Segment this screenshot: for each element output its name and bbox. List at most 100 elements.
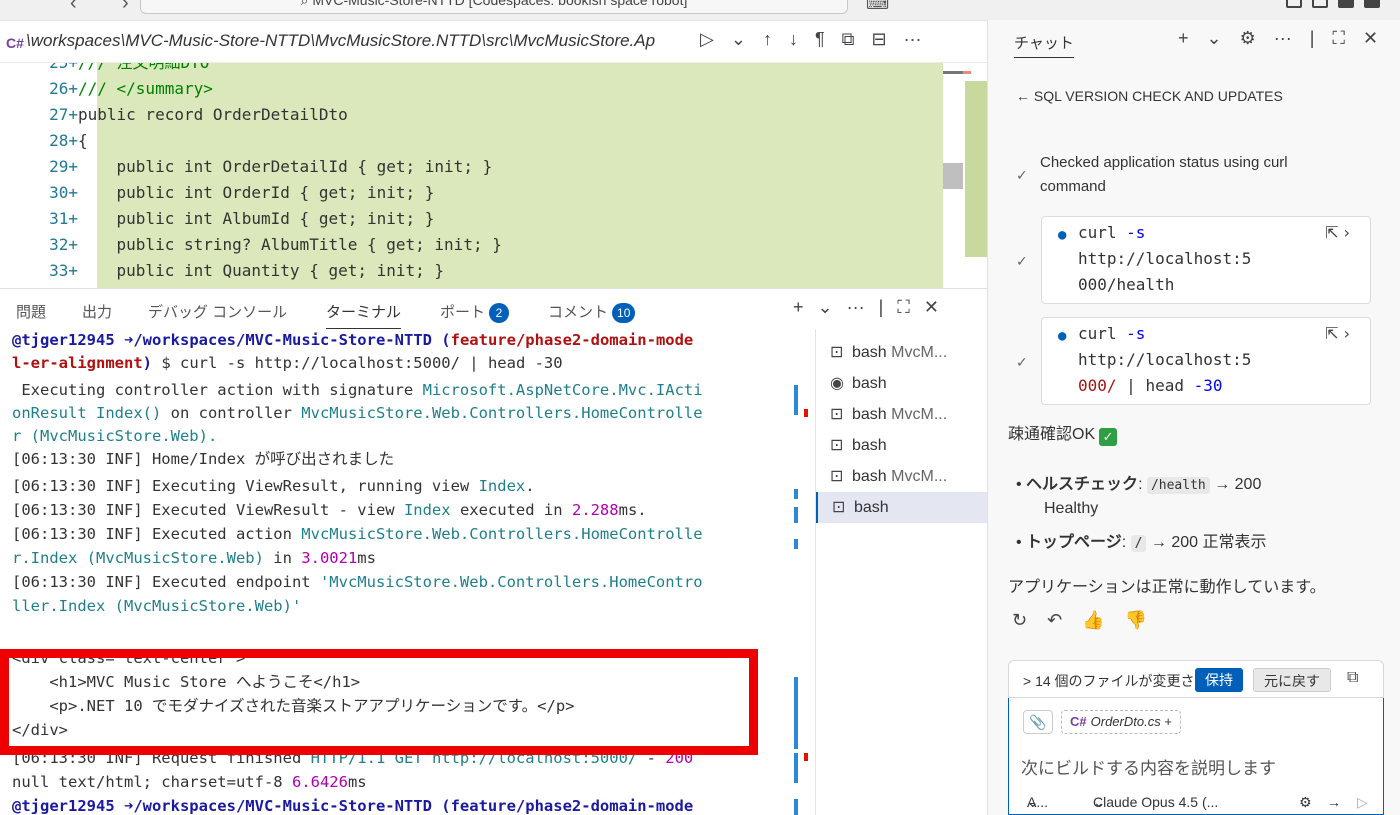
arrow-icon[interactable]: →: [1327, 794, 1341, 810]
maximize-icon[interactable]: ⛶: [1332, 28, 1345, 49]
result-text: アプリケーションは正常に動作しています。: [1008, 579, 1326, 596]
title-bar: ‹ › ⌕ MVC-Music-Store-NTTD [Codespaces: …: [0, 0, 1400, 20]
whitespace-icon[interactable]: ¶: [815, 29, 825, 50]
terminal-line: [06:13:30 INF] Executed action MvcMusicS…: [12, 525, 703, 543]
tab-problems[interactable]: 問題: [16, 301, 46, 322]
gear-icon[interactable]: ⚙: [1240, 28, 1256, 49]
changed-files-bar: > 14 個のファイルが変更されました 保持 元に戻す ⧉: [1008, 660, 1384, 698]
file-context-chip[interactable]: C# OrderDto.cs +: [1061, 710, 1181, 734]
terminal-tab[interactable]: ◉ bash: [816, 368, 988, 399]
tab-terminal[interactable]: ターミナル: [326, 301, 402, 329]
undo-button[interactable]: 元に戻す: [1253, 668, 1331, 692]
open-terminal-icon[interactable]: ⇱ ›: [1325, 324, 1350, 343]
chat-input[interactable]: 📎 C# OrderDto.cs + 次にビルドする内容を説明します A... ⌄…: [1008, 698, 1384, 815]
tab-comments[interactable]: コメント 10: [548, 301, 636, 323]
keep-button[interactable]: 保持: [1195, 668, 1243, 692]
editor-actions: ▷ ⌄ ↑ ↓ ¶ ⧉ ⊟ ···: [700, 29, 922, 50]
terminal-line: null text/html; charset=utf-8 6.6426ms: [12, 773, 367, 791]
close-panel-icon[interactable]: ✕: [924, 297, 939, 318]
command-center-search[interactable]: ⌕ MVC-Music-Store-NTTD [Codespaces: book…: [140, 0, 848, 14]
minimap[interactable]: [943, 63, 987, 289]
next-change-icon[interactable]: ↓: [789, 29, 798, 50]
retry-icon[interactable]: ↻: [1012, 610, 1027, 631]
status-dot-icon: ●: [1058, 328, 1067, 344]
feedback-bar: ↻ ↶ 👍 👎: [1012, 610, 1147, 631]
thumbs-down-icon[interactable]: 👎: [1125, 610, 1147, 631]
panel-toggle-icon[interactable]: [1338, 0, 1354, 8]
send-icon[interactable]: ▷: [1357, 794, 1368, 811]
add-file-icon[interactable]: +: [1164, 714, 1172, 729]
tools-icon[interactable]: ⚙: [1299, 794, 1312, 811]
chat-dropdown-icon[interactable]: ⌄: [1207, 28, 1222, 49]
code-view[interactable]: 25+/// 注文明細DTO 26+/// </summary> 27+publ…: [0, 63, 987, 289]
command-block[interactable]: ● curl -s http://localhost:5 000/ | head…: [1041, 317, 1371, 405]
forward-icon[interactable]: ›: [122, 0, 129, 15]
command-block[interactable]: ● curl -s http://localhost:5 000/health …: [1041, 216, 1371, 304]
back-icon[interactable]: ‹: [70, 0, 77, 15]
list-item-cont: Healthy: [1044, 500, 1099, 517]
copilot-terminal-icon: ⊡: [832, 499, 846, 516]
code-line: 30+ public int OrderId { get; init; }: [49, 183, 435, 202]
terminal-tab[interactable]: ⊡ bash MvcM...: [816, 399, 988, 430]
code-line: 32+ public string? AlbumTitle { get; ini…: [49, 235, 502, 254]
open-terminal-icon[interactable]: ⇱ ›: [1325, 223, 1350, 242]
changed-files-toggle[interactable]: > 14 個のファイルが変更されました: [1023, 671, 1193, 691]
open-changes-icon[interactable]: ⧉: [842, 29, 855, 50]
terminal-line: l-er-alignment) $ curl -s http://localho…: [12, 354, 563, 372]
terminal-tab[interactable]: ⊡ bash MvcM...: [816, 337, 988, 368]
code-line: 29+ public int OrderDetailId { get; init…: [49, 157, 493, 176]
tab-output[interactable]: 出力: [82, 301, 112, 322]
editor: C# \workspaces\MVC-Music-Store-NTTD\MvcM…: [0, 20, 987, 289]
model-picker[interactable]: Claude Opus 4.5 (... ⌄: [1093, 794, 1218, 811]
chat-header: チャット + ⌄ ⚙ ··· | ⛶ ✕: [988, 20, 1400, 62]
maximize-panel-icon[interactable]: ⛶: [897, 297, 910, 318]
layout-toggle-icon[interactable]: [1286, 0, 1302, 8]
chat-session-title[interactable]: ← SQL VERSION CHECK AND UPDATES: [1016, 88, 1283, 104]
more-actions-icon[interactable]: ···: [904, 29, 922, 50]
csharp-file-icon: C#: [1070, 714, 1087, 729]
code-line: 31+ public int AlbumId { get; init; }: [49, 209, 435, 228]
terminal-tab[interactable]: ⊡ bash MvcM...: [816, 461, 988, 492]
tab-ports[interactable]: ポート 2: [440, 301, 510, 323]
breadcrumb[interactable]: \workspaces\MVC-Music-Store-NTTD\MvcMusi…: [26, 31, 688, 51]
terminal-tab[interactable]: ⊡ bash: [816, 492, 988, 523]
attach-icon[interactable]: 📎: [1023, 710, 1053, 734]
divider: |: [878, 297, 884, 317]
diff-icon[interactable]: ⧉: [1347, 669, 1358, 687]
close-icon[interactable]: ✕: [1363, 28, 1378, 49]
terminal-line: @tjger12945 ➜/workspaces/MVC-Music-Store…: [12, 331, 694, 349]
undo-icon[interactable]: ↶: [1047, 610, 1062, 631]
sidebar-toggle-icon[interactable]: [1312, 0, 1328, 8]
search-label: MVC-Music-Store-NTTD [Codespaces: bookis…: [312, 0, 688, 8]
secondary-sidebar-toggle-icon[interactable]: [1364, 0, 1380, 8]
step-text: command: [1040, 178, 1106, 195]
mode-picker[interactable]: A... ⌄: [1027, 794, 1048, 811]
layout-controls: [1286, 0, 1380, 8]
check-icon: ✓: [1016, 167, 1028, 183]
chat-placeholder[interactable]: 次にビルドする内容を説明します: [1021, 754, 1276, 779]
more-icon[interactable]: ···: [847, 297, 865, 318]
more-icon[interactable]: ···: [1274, 28, 1292, 49]
copilot-icon[interactable]: ⌨: [866, 0, 889, 14]
terminal-scrollbar[interactable]: [794, 329, 808, 815]
terminal-dropdown-icon[interactable]: ⌄: [818, 297, 833, 318]
code-line: 28+{: [49, 131, 88, 150]
thumbs-up-icon[interactable]: 👍: [1082, 610, 1104, 631]
ports-badge: 2: [489, 303, 510, 323]
tab-debug-console[interactable]: デバッグ コンソール: [148, 301, 287, 322]
chat-title[interactable]: チャット: [1014, 32, 1074, 58]
terminal-line: r.Index (MvcMusicStore.Web) in 3.0021ms: [12, 549, 376, 567]
copilot-terminal-icon: ⊡: [830, 344, 844, 361]
new-chat-icon[interactable]: +: [1178, 28, 1189, 49]
split-editor-icon[interactable]: ⊟: [871, 29, 886, 50]
copilot-terminal-icon: ⊡: [830, 468, 844, 485]
run-dropdown-icon[interactable]: ⌄: [731, 29, 746, 50]
previous-change-icon[interactable]: ↑: [763, 29, 772, 50]
terminal-line: ller.Index (MvcMusicStore.Web)': [12, 597, 302, 615]
csharp-file-icon: C#: [6, 35, 24, 51]
new-terminal-icon[interactable]: +: [793, 297, 804, 318]
terminal-tab[interactable]: ⊡ bash: [816, 430, 988, 461]
copilot-terminal-icon: ⊡: [830, 406, 844, 423]
run-icon[interactable]: ▷: [700, 29, 714, 50]
terminal-line: r (MvcMusicStore.Web).: [12, 427, 218, 445]
